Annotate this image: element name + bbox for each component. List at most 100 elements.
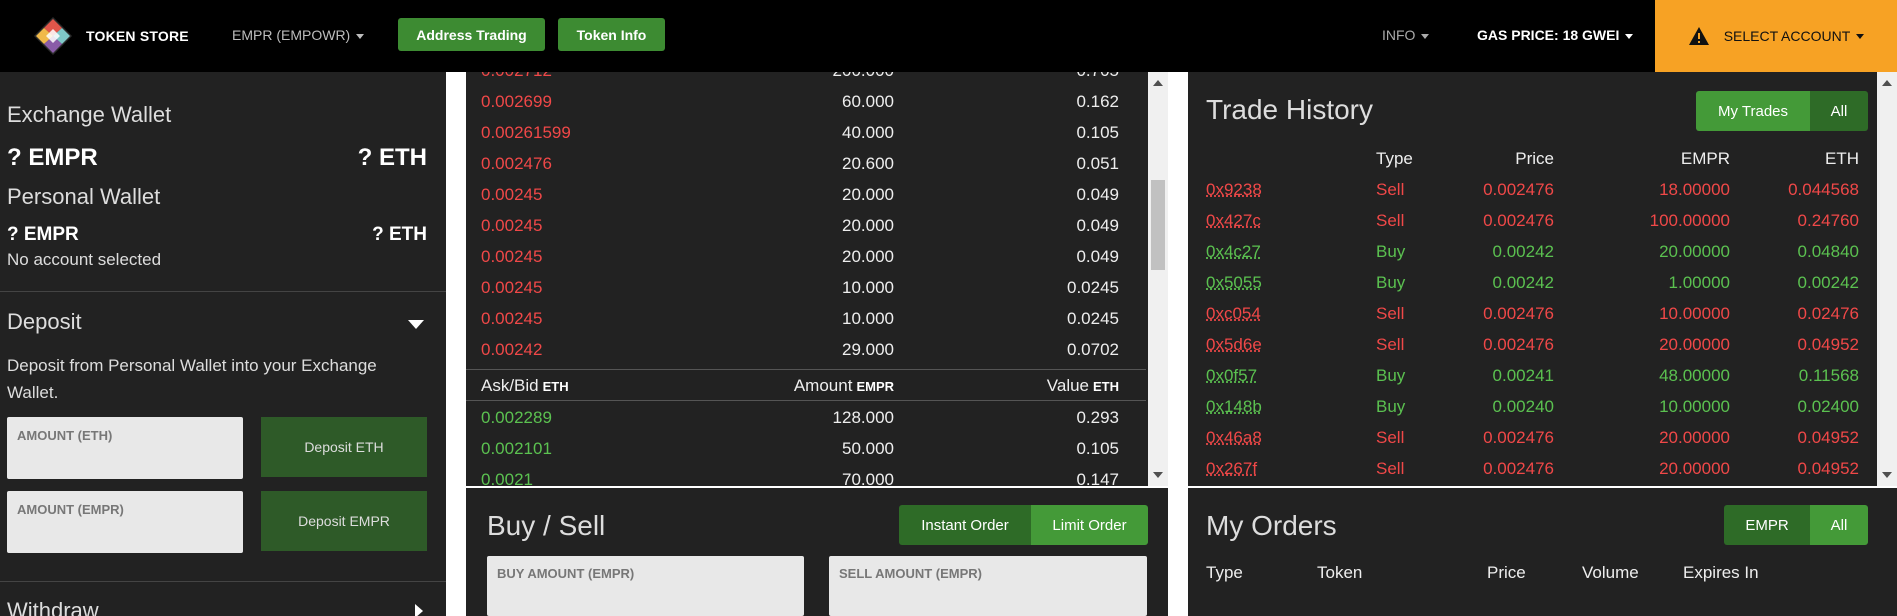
ask-row[interactable]: 0.00245 20.000 0.049	[466, 241, 1146, 272]
buy-amount-input[interactable]: BUY AMOUNT (EMPR)	[487, 556, 804, 616]
scroll-down-icon[interactable]	[1882, 472, 1892, 478]
all-orders-button[interactable]: All	[1810, 505, 1868, 545]
ask-row[interactable]: 0.002476 20.600 0.051	[466, 148, 1146, 179]
info-dropdown[interactable]: INFO	[1382, 27, 1430, 43]
trade-tx-link[interactable]: 0xc054	[1206, 304, 1261, 324]
trade-tx-link[interactable]: 0x267f	[1206, 459, 1257, 479]
chevron-right-icon[interactable]	[415, 604, 423, 616]
order-price-column-header: Price	[1487, 563, 1526, 582]
bid-value: 0.147	[1076, 470, 1119, 486]
info-label: INFO	[1382, 27, 1416, 43]
caret-down-icon	[1625, 33, 1634, 39]
trade-price: 0.002476	[1483, 180, 1554, 199]
trade-eth: 0.04952	[1797, 335, 1859, 354]
trade-type: Sell	[1376, 211, 1405, 230]
ask-amount: 10.000	[842, 309, 894, 328]
ask-row[interactable]: 0.00245 10.000 0.0245	[466, 272, 1146, 303]
deposit-eth-button[interactable]: Deposit ETH	[261, 417, 427, 477]
trade-price: 0.002476	[1483, 211, 1554, 230]
instant-order-button[interactable]: Instant Order	[899, 505, 1031, 545]
trade-tx-link[interactable]: 0x148b	[1206, 397, 1262, 417]
scroll-thumb[interactable]	[1151, 180, 1165, 270]
trade-tx-link[interactable]: 0x46a8	[1206, 428, 1262, 448]
scroll-down-icon[interactable]	[1153, 472, 1163, 478]
gas-price-dropdown[interactable]: GAS PRICE: 18 GWEI	[1477, 27, 1634, 43]
order-token-column-header: Token	[1317, 563, 1363, 582]
bid-row[interactable]: 0.0021 70.000 0.147	[466, 464, 1146, 486]
ask-row[interactable]: 0.00245 20.000 0.049	[466, 179, 1146, 210]
token-selector-dropdown[interactable]: EMPR (EMPOWR)	[232, 27, 365, 43]
brand-logo[interactable]: TOKEN STORE	[32, 16, 189, 56]
ask-row[interactable]: 0.00242 29.000 0.0702	[466, 334, 1146, 365]
ask-value: 0.105	[1076, 123, 1119, 142]
withdraw-title[interactable]: Withdraw	[7, 598, 99, 616]
trade-eth: 0.00242	[1797, 273, 1859, 292]
sell-amount-placeholder: SELL AMOUNT (EMPR)	[839, 566, 982, 581]
ask-row[interactable]: 0.00245 20.000 0.049	[466, 210, 1146, 241]
ask-row[interactable]: 0.002712 200.000 0.705	[466, 72, 1146, 86]
personal-token-balance: ? EMPR	[7, 224, 79, 245]
bid-row[interactable]: 0.002289 128.000 0.293	[466, 402, 1146, 433]
deposit-token-placeholder: AMOUNT (EMPR)	[17, 502, 124, 517]
token-selector-label: EMPR (EMPOWR)	[232, 27, 351, 43]
token-orders-button[interactable]: EMPR	[1724, 505, 1810, 545]
amount-unit: EMPR	[856, 379, 894, 394]
bid-value: 0.105	[1076, 439, 1119, 458]
trade-row: 0x267f Sell 0.002476 20.00000 0.04952	[1188, 453, 1877, 484]
my-trades-button[interactable]: My Trades	[1696, 91, 1810, 131]
trade-eth: 0.04952	[1797, 459, 1859, 478]
deposit-token-input[interactable]: AMOUNT (EMPR)	[7, 491, 243, 553]
scroll-up-icon[interactable]	[1882, 80, 1892, 86]
all-trades-button[interactable]: All	[1810, 91, 1868, 131]
ask-price: 0.00245	[481, 247, 543, 266]
ask-amount: 10.000	[842, 278, 894, 297]
personal-wallet-title: Personal Wallet	[7, 184, 161, 209]
scroll-up-icon[interactable]	[1153, 80, 1163, 86]
trade-amount: 100.00000	[1649, 211, 1730, 230]
trade-history-scrollbar[interactable]	[1877, 72, 1897, 486]
trade-type: Sell	[1376, 304, 1405, 323]
limit-order-button[interactable]: Limit Order	[1031, 505, 1148, 545]
my-orders-title: My Orders	[1206, 510, 1337, 541]
trade-amount: 20.00000	[1659, 459, 1730, 478]
ask-value: 0.0245	[1067, 309, 1119, 328]
ask-amount: 200.000	[833, 72, 894, 81]
trade-tx-link[interactable]: 0x4c27	[1206, 242, 1261, 262]
ask-row[interactable]: 0.00245 10.000 0.0245	[466, 303, 1146, 334]
trade-type: Buy	[1376, 273, 1406, 292]
deposit-token-button[interactable]: Deposit EMPR	[261, 491, 427, 551]
ask-row[interactable]: 0.002699 60.000 0.162	[466, 86, 1146, 117]
ask-row[interactable]: 0.00261599 40.000 0.105	[466, 117, 1146, 148]
top-navbar: TOKEN STORE EMPR (EMPOWR) Address Tradin…	[0, 0, 1897, 72]
trade-price: 0.002476	[1483, 428, 1554, 447]
deposit-title[interactable]: Deposit	[7, 309, 82, 335]
ask-price: 0.002712	[481, 72, 552, 81]
trade-eth: 0.11568	[1798, 366, 1859, 385]
buy-sell-title: Buy / Sell	[487, 510, 606, 541]
trade-tx-link[interactable]: 0x5055	[1206, 273, 1262, 293]
order-book-scrollbar[interactable]	[1148, 72, 1168, 486]
trade-tx-link[interactable]: 0x5d6e	[1206, 335, 1262, 355]
address-trading-button[interactable]: Address Trading	[398, 18, 545, 51]
ask-value: 0.0245	[1067, 278, 1119, 297]
bid-row[interactable]: 0.002101 50.000 0.105	[466, 433, 1146, 464]
token-info-button[interactable]: Token Info	[558, 18, 665, 51]
deposit-eth-input[interactable]: AMOUNT (ETH)	[7, 417, 243, 479]
trade-amount: 10.00000	[1659, 397, 1730, 416]
trade-history-panel: Trade History My Trades All Type Price E…	[1188, 72, 1877, 486]
wallet-panel: Exchange Wallet ? EMPR ? ETH Personal Wa…	[0, 72, 446, 616]
trade-tx-link[interactable]: 0x0f57	[1206, 366, 1257, 386]
trade-type: Sell	[1376, 459, 1405, 478]
exchange-token-balance: ? EMPR	[7, 144, 98, 171]
brand-name: TOKEN STORE	[86, 28, 189, 44]
token-store-logo-icon	[34, 17, 72, 55]
trade-tx-link[interactable]: 0x427c	[1206, 211, 1261, 231]
trade-price: 0.00241	[1492, 366, 1554, 385]
trade-amount: 10.00000	[1659, 304, 1730, 323]
sell-amount-input[interactable]: SELL AMOUNT (EMPR)	[829, 556, 1147, 616]
trade-tx-link[interactable]: 0x9238	[1206, 180, 1262, 200]
ask-value: 0.0702	[1067, 340, 1119, 359]
chevron-down-icon[interactable]	[408, 320, 424, 329]
select-account-dropdown[interactable]: SELECT ACCOUNT	[1655, 0, 1897, 72]
trade-eth: 0.04840	[1797, 242, 1859, 261]
